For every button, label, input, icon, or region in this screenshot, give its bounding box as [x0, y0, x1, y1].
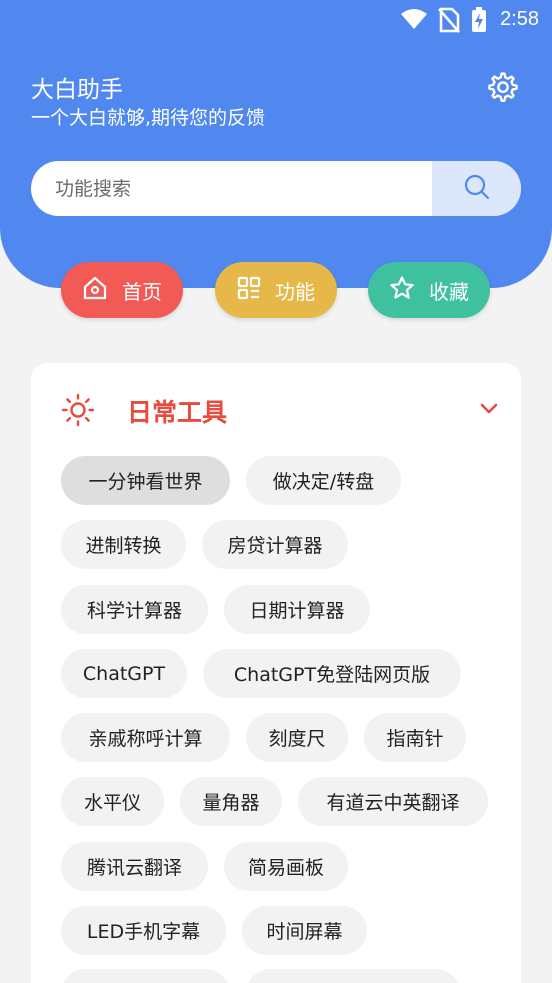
tool-item[interactable]: 有道云中英翻译	[298, 777, 488, 826]
star-icon	[389, 275, 415, 306]
grid-icon	[237, 276, 261, 305]
battery-charging-icon	[471, 7, 487, 37]
tool-item[interactable]: 指南针	[364, 713, 466, 762]
gear-icon	[486, 72, 520, 108]
tool-item-partial[interactable]	[61, 969, 230, 983]
tool-item[interactable]: 简易画板	[224, 842, 348, 891]
chevron-down-icon[interactable]	[479, 401, 499, 420]
tool-item[interactable]: 做决定/转盘	[246, 456, 401, 505]
tool-item[interactable]: 时间屏幕	[242, 906, 367, 955]
tool-item[interactable]: 亲戚称呼计算	[61, 713, 230, 762]
category-title: 日常工具	[127, 398, 228, 427]
no-sim-icon	[438, 7, 460, 37]
search-input[interactable]	[31, 161, 431, 216]
tool-item[interactable]: 房贷计算器	[202, 520, 348, 569]
tool-item[interactable]: ChatGPT免登陆网页版	[203, 649, 461, 698]
app-subtitle: 一个大白就够,期待您的反馈	[31, 107, 266, 129]
home-icon	[82, 275, 108, 306]
nav-favorites-label: 收藏	[429, 279, 469, 304]
nav-favorites-button[interactable]: 收藏	[368, 262, 490, 318]
status-time: 2:58	[500, 8, 539, 30]
settings-button[interactable]	[486, 70, 520, 104]
tool-item[interactable]: LED手机字幕	[61, 906, 226, 955]
sun-icon	[61, 393, 95, 431]
header: 2:58 大白助手 一个大白就够,期待您的反馈	[0, 0, 552, 288]
wifi-icon	[400, 7, 428, 35]
tool-item[interactable]: 刻度尺	[246, 713, 348, 762]
search-icon	[463, 173, 491, 204]
nav-home-label: 首页	[122, 279, 162, 304]
status-bar: 2:58	[0, 0, 552, 40]
nav-features-button[interactable]: 功能	[215, 262, 337, 318]
tool-item[interactable]: ChatGPT	[61, 649, 187, 698]
search-button[interactable]	[432, 161, 521, 216]
app-title: 大白助手	[31, 77, 123, 103]
tool-item[interactable]: 水平仪	[61, 777, 164, 826]
category-card: 日常工具 一分钟看世界 做决定/转盘 进制转换 房贷计算器 科学计算器 日期计算…	[31, 363, 521, 983]
tool-item[interactable]: 量角器	[180, 777, 282, 826]
tool-item-partial[interactable]	[246, 969, 460, 983]
nav-home-button[interactable]: 首页	[61, 262, 183, 318]
tool-item[interactable]: 腾讯云翻译	[61, 842, 208, 891]
tool-item[interactable]: 科学计算器	[61, 585, 208, 634]
tool-item[interactable]: 一分钟看世界	[61, 456, 230, 505]
nav-features-label: 功能	[275, 279, 315, 304]
tool-item[interactable]: 进制转换	[61, 520, 186, 569]
tool-item[interactable]: 日期计算器	[224, 585, 370, 634]
search-box	[31, 161, 521, 216]
